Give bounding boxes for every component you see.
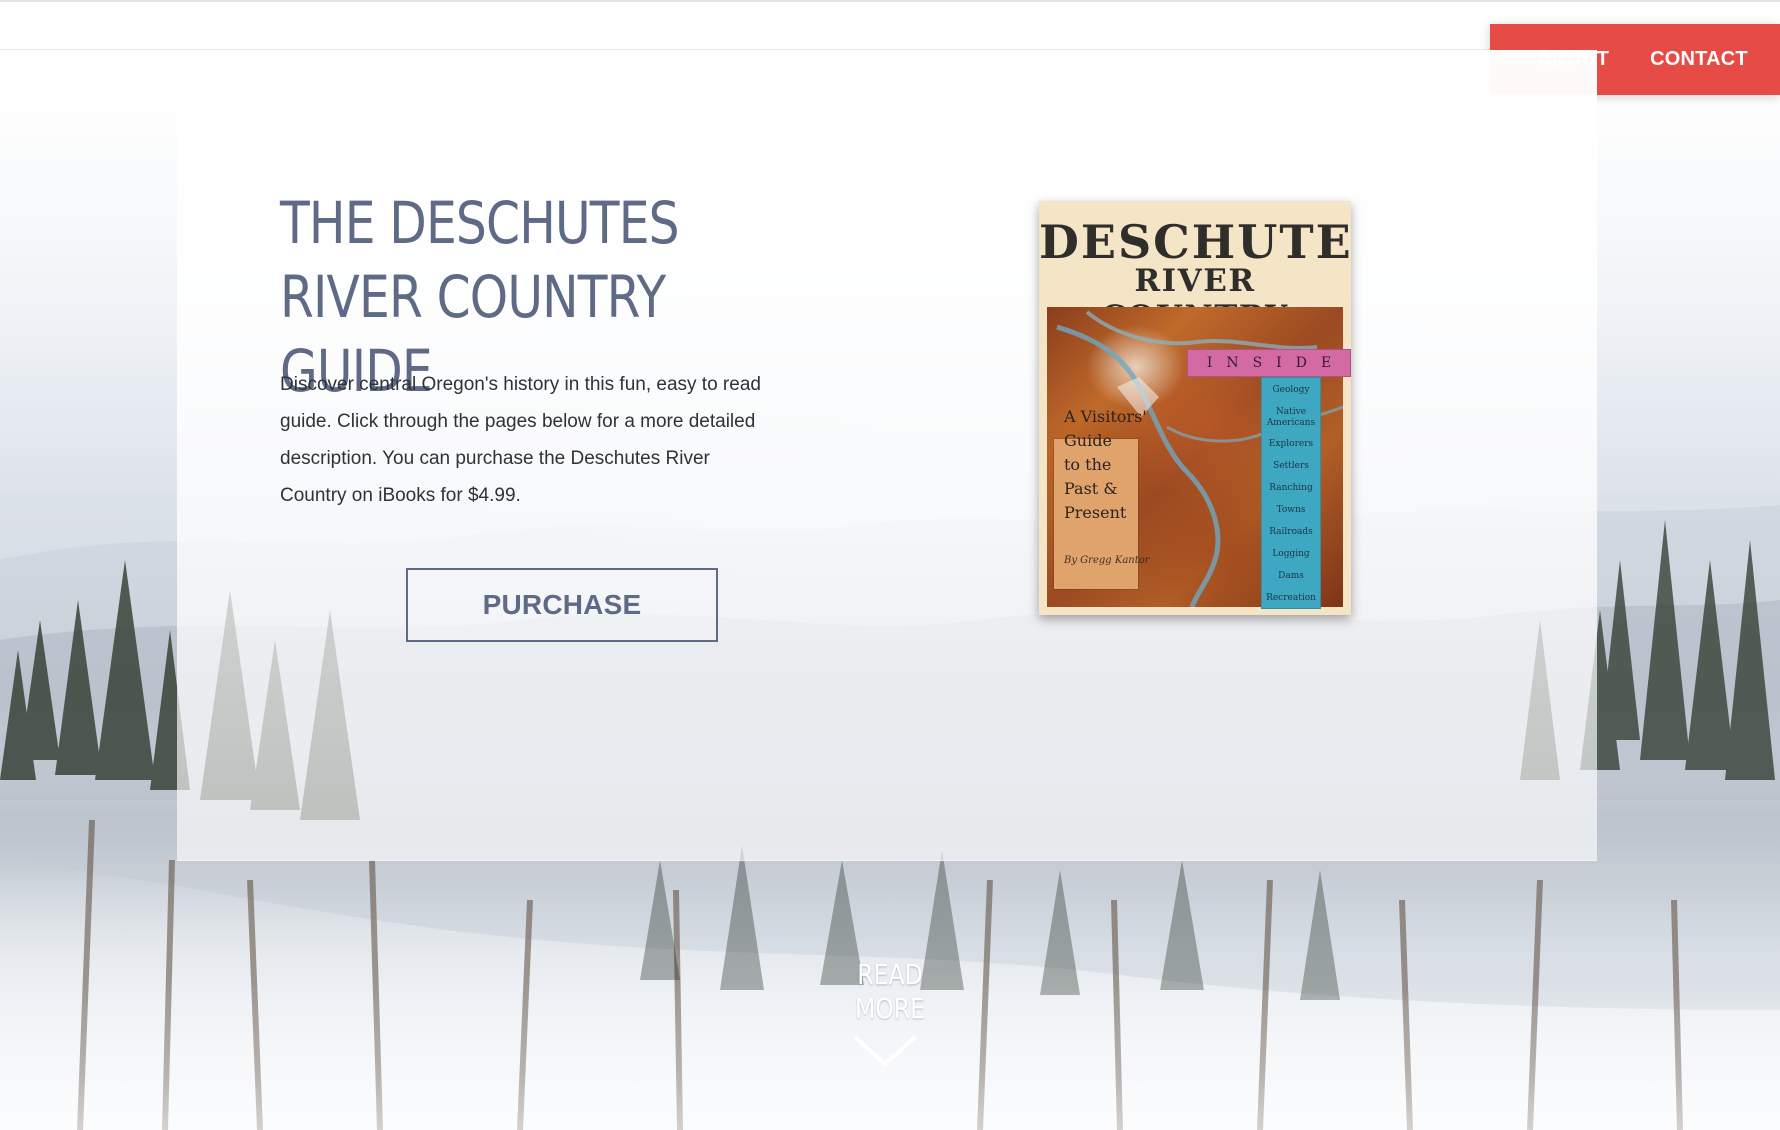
book-topic: Settlers (1273, 461, 1309, 471)
purchase-button[interactable]: PURCHASE (406, 568, 718, 642)
read-more[interactable]: READ MORE (852, 958, 928, 1026)
book-topic: Railroads (1269, 527, 1313, 537)
book-topic: Recreation (1266, 593, 1316, 603)
book-topics-panel: Geology Native Americans Explorers Settl… (1261, 377, 1321, 609)
nav-contact[interactable]: CONTACT (1650, 48, 1748, 71)
chevron-down-icon[interactable] (850, 1030, 920, 1072)
book-topic: Geology (1272, 385, 1310, 395)
book-author: By Gregg Kantor (1064, 555, 1150, 566)
book-topic: Dams (1278, 571, 1304, 581)
book-topic: Towns (1276, 505, 1306, 515)
book-topic: Logging (1272, 549, 1310, 559)
book-visitors-text: A Visitors' Guide to the Past & Present (1064, 407, 1147, 522)
book-topic: Ranching (1269, 483, 1313, 493)
book-topic: Explorers (1268, 439, 1314, 449)
book-title-line-1: DESCHUTES (1039, 215, 1351, 269)
book-topic: Native Americans (1266, 407, 1316, 428)
hero-description: Discover central Oregon's history in thi… (280, 374, 761, 506)
book-inside-label: INSIDE (1187, 349, 1351, 377)
